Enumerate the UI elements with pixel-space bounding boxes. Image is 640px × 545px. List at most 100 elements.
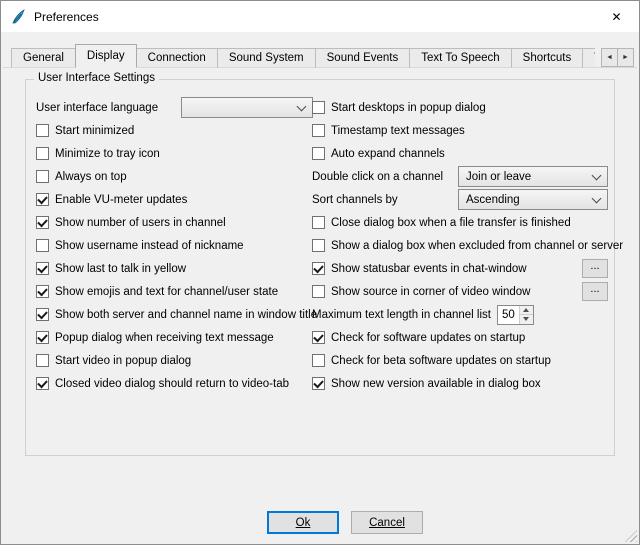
group-title: User Interface Settings [34,72,159,84]
checkbox-last-to-talk-yellow[interactable] [36,262,49,275]
spin-up-button[interactable] [520,306,533,315]
video-source-more-button[interactable]: ... [582,282,608,301]
titlebar: Preferences ✕ [1,1,639,32]
checkbox-check-updates[interactable] [312,331,325,344]
checkbox-label: Timestamp text messages [331,125,465,137]
checkbox-server-channel-in-title[interactable] [36,308,49,321]
user-interface-settings-group: User Interface Settings User interface l… [25,79,615,456]
language-select[interactable] [181,97,313,118]
tab-label: Display [87,50,125,62]
checkbox-video-source-corner[interactable] [312,285,325,298]
sort-channels-row: Sort channels by Ascending [312,188,608,211]
left-column: User interface language Start minimized … [36,96,313,395]
double-click-channel-select[interactable]: Join or leave [458,166,608,187]
checkbox-show-user-count[interactable] [36,216,49,229]
option-row: Auto expand channels [312,142,608,165]
sort-channels-select[interactable]: Ascending [458,189,608,210]
checkbox-label: Start video in popup dialog [55,355,191,367]
tab-scrollers: ◄ ► [601,48,634,67]
tab-label: Sound System [229,52,304,64]
checkbox-always-on-top[interactable] [36,170,49,183]
checkbox-video-return-to-tab[interactable] [36,377,49,390]
tab-label: Text To Speech [421,52,499,64]
tab-label: Connection [148,52,206,64]
cancel-button[interactable]: Cancel [351,511,423,534]
arrow-up-icon [523,308,529,312]
option-row: Start video in popup dialog [36,349,313,372]
checkbox-video-popup-dialog[interactable] [36,354,49,367]
checkbox-desktops-popup-dialog[interactable] [312,101,325,114]
tab-bar: General Display Connection Sound System … [11,44,595,68]
sort-channels-select-value: Ascending [466,194,520,206]
option-row: Show a dialog box when excluded from cha… [312,234,608,257]
app-icon [10,9,26,25]
checkbox-vu-meter-updates[interactable] [36,193,49,206]
checkbox-label: Show emojis and text for channel/user st… [55,286,278,298]
tab-connection[interactable]: Connection [136,48,218,68]
option-row: Closed video dialog should return to vid… [36,372,313,395]
option-row: Show emojis and text for channel/user st… [36,280,313,303]
option-row: Close dialog box when a file transfer is… [312,211,608,234]
checkbox-minimize-to-tray[interactable] [36,147,49,160]
tab-scroll-left-button[interactable]: ◄ [601,48,618,67]
checkbox-emojis-and-text-state[interactable] [36,285,49,298]
checkbox-label: Check for beta software updates on start… [331,355,551,367]
chevron-down-icon [297,101,307,111]
option-row: Always on top [36,165,313,188]
tab-video[interactable]: Video [582,48,595,68]
checkbox-label: Minimize to tray icon [55,148,160,160]
checkbox-label: Show number of users in channel [55,217,226,229]
checkbox-statusbar-events[interactable] [312,262,325,275]
checkbox-label: Show statusbar events in chat-window [331,263,527,275]
tab-shortcuts[interactable]: Shortcuts [511,48,584,68]
right-column: Start desktops in popup dialog Timestamp… [312,96,608,395]
tab-label: General [23,52,64,64]
spinbox-buttons [519,306,533,324]
max-text-length-label: Maximum text length in channel list [312,309,491,321]
cancel-button-label: Cancel [369,517,405,529]
checkbox-auto-expand-channels[interactable] [312,147,325,160]
tab-text-to-speech[interactable]: Text To Speech [409,48,511,68]
checkbox-label: Show source in corner of video window [331,286,530,298]
checkbox-show-username[interactable] [36,239,49,252]
checkbox-label: Start desktops in popup dialog [331,102,486,114]
tab-display[interactable]: Display [75,44,137,68]
checkbox-dialog-when-excluded[interactable] [312,239,325,252]
spin-down-button[interactable] [520,314,533,324]
checkbox-start-minimized[interactable] [36,124,49,137]
checkbox-label: Close dialog box when a file transfer is… [331,217,571,229]
option-row: Start desktops in popup dialog [312,96,608,119]
tab-label: Sound Events [327,52,399,64]
tab-scroll-right-button[interactable]: ► [617,48,634,67]
ok-button[interactable]: Ok [267,511,339,534]
tab-sound-system[interactable]: Sound System [217,48,316,68]
checkbox-label: Auto expand channels [331,148,445,160]
tab-general[interactable]: General [11,48,76,68]
option-row: Show new version available in dialog box [312,372,608,395]
checkbox-timestamp-messages[interactable] [312,124,325,137]
checkbox-popup-on-text-message[interactable] [36,331,49,344]
checkbox-label: Closed video dialog should return to vid… [55,378,289,390]
checkbox-close-on-transfer-finished[interactable] [312,216,325,229]
ellipsis-label: ... [590,285,599,294]
checkbox-new-version-dialog[interactable] [312,377,325,390]
ellipsis-label: ... [590,262,599,271]
checkbox-label: Show username instead of nickname [55,240,244,252]
option-row: Start minimized [36,119,313,142]
tab-sound-events[interactable]: Sound Events [315,48,411,68]
option-row: Popup dialog when receiving text message [36,326,313,349]
chevron-down-icon [592,193,602,203]
checkbox-label: Show a dialog box when excluded from cha… [331,240,623,252]
language-label: User interface language [36,102,158,114]
checkbox-label: Show last to talk in yellow [55,263,186,275]
arrow-left-icon: ◄ [606,54,613,61]
max-text-length-row: Maximum text length in channel list 50 [312,303,608,326]
option-row: Timestamp text messages [312,119,608,142]
max-text-length-spinbox[interactable]: 50 [497,305,534,325]
statusbar-events-more-button[interactable]: ... [582,259,608,278]
statusbar-events-row: Show statusbar events in chat-window ... [312,257,608,280]
close-button[interactable]: ✕ [594,1,639,32]
tab-label: Video [594,52,595,64]
checkbox-check-beta-updates[interactable] [312,354,325,367]
double-click-row: Double click on a channel Join or leave [312,165,608,188]
